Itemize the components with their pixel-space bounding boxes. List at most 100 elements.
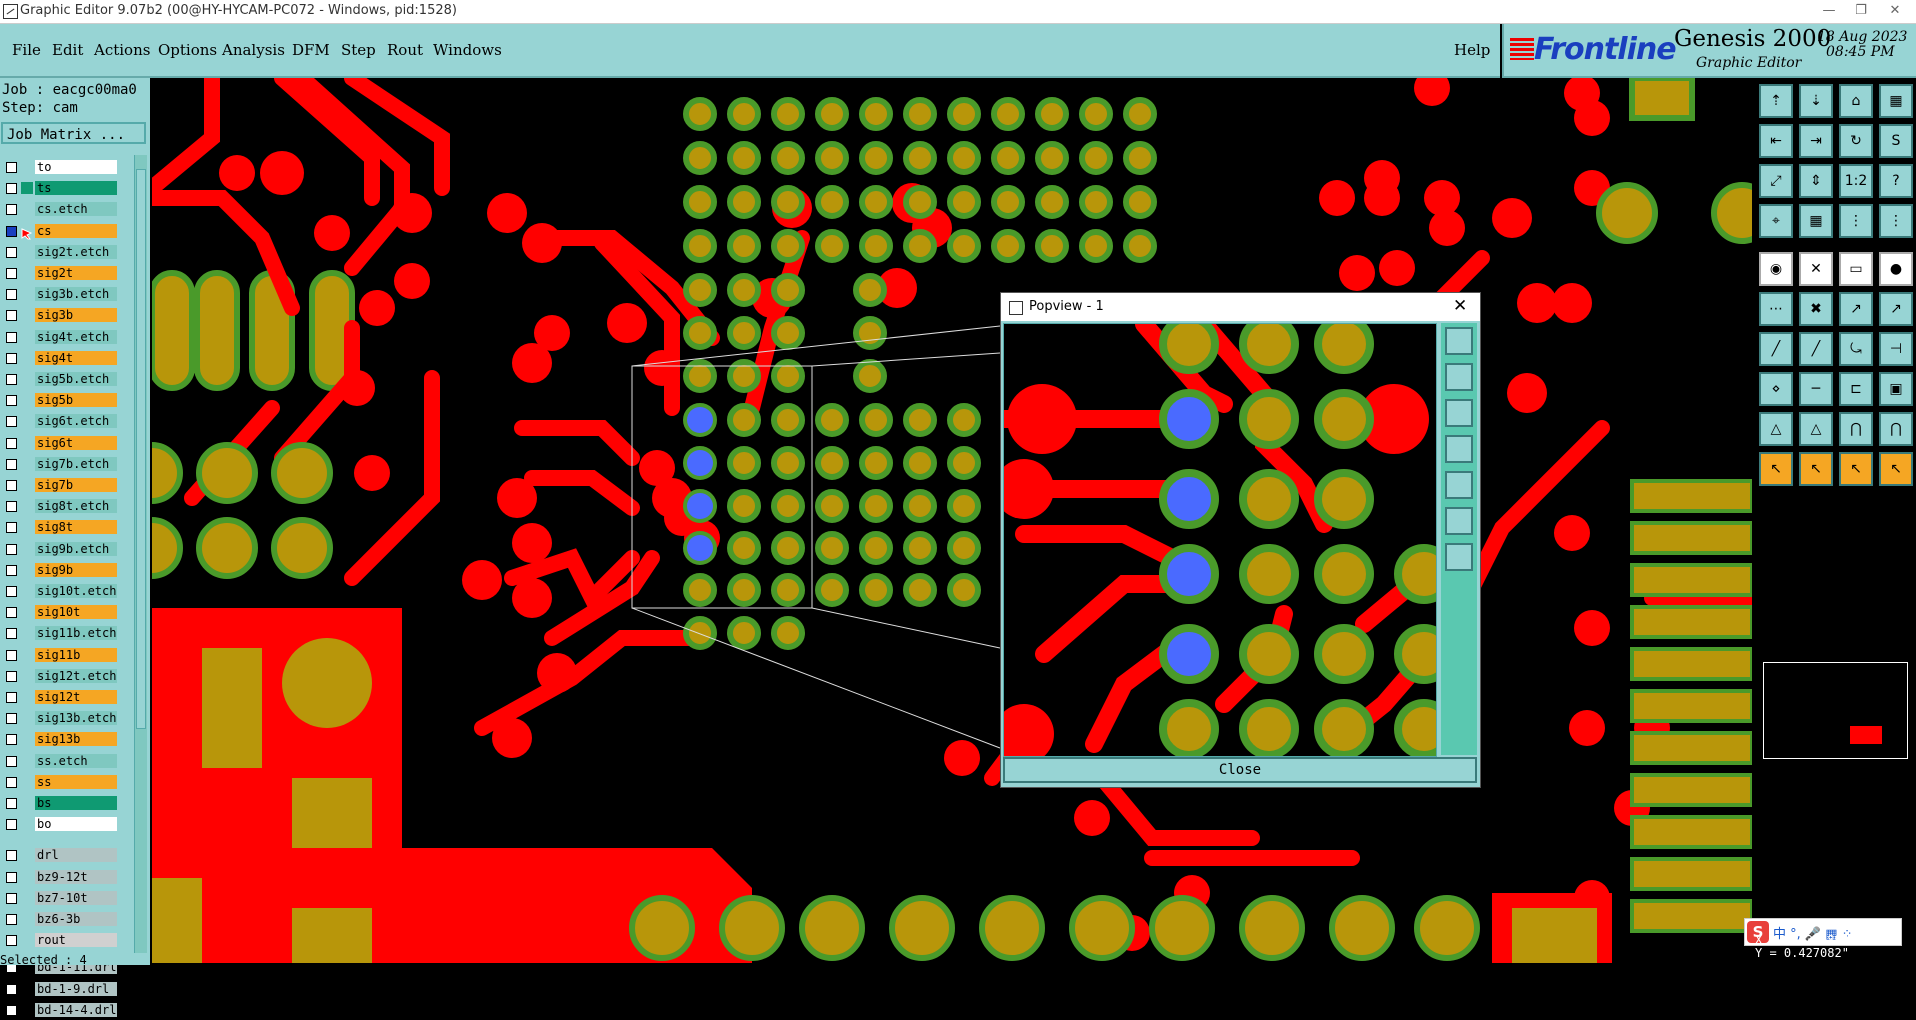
layer-row[interactable]: sig3b.etch	[0, 285, 125, 304]
overview-minimap[interactable]	[1763, 662, 1908, 759]
measure-icon[interactable]: ⌖	[1759, 204, 1793, 238]
menu-rout[interactable]: Rout	[387, 41, 423, 59]
layer-checkbox[interactable]	[6, 755, 17, 767]
diagonal-icon[interactable]: ╱	[1799, 332, 1833, 366]
layer-row[interactable]: sig9b.etch	[0, 540, 125, 559]
pointer-move-icon[interactable]: ↖	[1879, 452, 1913, 486]
pin-alt-icon[interactable]: ⋮	[1879, 204, 1913, 238]
zoom-vertical-icon[interactable]: ⇕	[1799, 164, 1833, 198]
chip-icon[interactable]: ▣	[1879, 372, 1913, 406]
popview-canvas[interactable]	[1003, 323, 1437, 757]
layer-row[interactable]: sig9b	[0, 561, 125, 580]
layer-checkbox[interactable]	[6, 892, 17, 904]
layer-row[interactable]: cs	[0, 222, 125, 241]
layer-row[interactable]: sig3b	[0, 306, 125, 325]
menu-windows[interactable]: Windows	[433, 41, 502, 59]
layer-checkbox[interactable]	[6, 204, 17, 216]
layer-checkbox[interactable]	[6, 501, 17, 513]
layer-checkbox[interactable]	[6, 480, 17, 491]
shift-left-icon[interactable]: ⇤	[1759, 124, 1793, 158]
layer-row[interactable]: sig2t.etch	[0, 243, 125, 262]
layer-checkbox[interactable]	[6, 310, 17, 322]
layer-checkbox[interactable]	[6, 352, 17, 364]
layer-row[interactable]: ss.etch	[0, 752, 125, 771]
popview-left-icon[interactable]	[1445, 435, 1473, 463]
layer-checkbox[interactable]	[6, 564, 17, 576]
arch-alt-icon[interactable]: ⋂	[1879, 412, 1913, 446]
layer-row[interactable]: sig11b	[0, 646, 125, 665]
layer-checkbox[interactable]	[6, 458, 17, 470]
popview-close-icon[interactable]: ✕	[1453, 296, 1467, 316]
popview-up-icon[interactable]	[1445, 363, 1473, 391]
layer-checkbox[interactable]	[6, 798, 17, 809]
layer-row[interactable]: sig12t.etch	[0, 667, 125, 686]
layer-row[interactable]: ss	[0, 773, 125, 792]
layer-row[interactable]: bz9-12t	[0, 868, 125, 887]
menu-analysis[interactable]: Analysis	[222, 41, 285, 59]
layer-row[interactable]: cs.etch	[0, 200, 125, 219]
layer-checkbox[interactable]	[6, 374, 17, 385]
grid-icon[interactable]: ▦	[1799, 204, 1833, 238]
layer-checkbox[interactable]	[6, 871, 17, 883]
layer-row[interactable]: sig13b.etch	[0, 709, 125, 728]
layer-row[interactable]: bz6-3b	[0, 910, 125, 929]
popview-zoom-out-icon[interactable]	[1445, 543, 1473, 571]
cross-icon[interactable]: ✖	[1799, 292, 1833, 326]
layer-row[interactable]: bz7-10t	[0, 889, 125, 908]
layer-row[interactable]: sig12t	[0, 688, 125, 707]
layer-checkbox[interactable]	[6, 850, 17, 862]
minimize-button[interactable]: —	[1814, 2, 1844, 20]
menu-dfm[interactable]: DFM	[292, 41, 330, 59]
window-icon[interactable]: ▦	[1879, 84, 1913, 118]
layer-row[interactable]: sig7b	[0, 476, 125, 495]
layer-up-icon[interactable]: ⇡	[1759, 84, 1793, 118]
menu-actions[interactable]: Actions	[94, 41, 150, 59]
pin-icon[interactable]: ⋮	[1839, 204, 1873, 238]
layer-row[interactable]: sig13b	[0, 730, 125, 749]
ruler-icon[interactable]: ▭	[1839, 252, 1873, 286]
layer-row[interactable]: sig8t.etch	[0, 497, 125, 516]
layer-checkbox[interactable]	[6, 776, 17, 788]
help-icon[interactable]: ?	[1879, 164, 1913, 198]
dot-icon[interactable]: ●	[1879, 252, 1913, 286]
menu-edit[interactable]: Edit	[52, 41, 83, 59]
ratio-icon[interactable]: 1:2	[1839, 164, 1873, 198]
layer-row[interactable]: bo	[0, 815, 125, 834]
triangle-icon[interactable]: △	[1759, 412, 1793, 446]
layer-checkbox[interactable]	[6, 437, 17, 449]
h-line-icon[interactable]: ─	[1799, 372, 1833, 406]
layer-row[interactable]: sig4t	[0, 349, 125, 368]
layer-row[interactable]: bd-1-9.drl	[0, 980, 125, 999]
layer-checkbox[interactable]	[6, 183, 17, 195]
layer-row[interactable]: sig5b	[0, 391, 125, 410]
layer-row[interactable]: sig10t	[0, 603, 125, 622]
layer-checkbox[interactable]	[6, 289, 17, 301]
popview-zoom-in-icon[interactable]	[1445, 507, 1473, 535]
layer-down-icon[interactable]: ⇣	[1799, 84, 1833, 118]
layer-row[interactable]: bd-14-4.drl	[0, 1001, 125, 1020]
select-feature-icon[interactable]: ↗	[1839, 292, 1873, 326]
popview-right-icon[interactable]	[1445, 471, 1473, 499]
layer-checkbox[interactable]	[6, 649, 17, 661]
graphic-canvas[interactable]	[152, 78, 1752, 963]
layer-checkbox[interactable]	[6, 670, 17, 682]
layer-row[interactable]: sig4t.etch	[0, 328, 125, 347]
scrollbar-thumb[interactable]	[136, 169, 146, 729]
layer-row[interactable]: sig2t	[0, 264, 125, 283]
layer-checkbox[interactable]	[6, 246, 17, 258]
s-curve-icon[interactable]: S	[1879, 124, 1913, 158]
arc-icon[interactable]: ⤿	[1839, 332, 1873, 366]
menu-help[interactable]: Help	[1454, 41, 1490, 59]
menu-step[interactable]: Step	[341, 41, 376, 59]
pointer-icon[interactable]: ↖	[1759, 452, 1793, 486]
profile-icon[interactable]: ⊣	[1879, 332, 1913, 366]
popview-fit-icon[interactable]	[1445, 327, 1473, 355]
line-icon[interactable]: ╱	[1759, 332, 1793, 366]
layer-checkbox[interactable]	[6, 628, 17, 640]
layer-scrollbar[interactable]	[134, 155, 147, 955]
job-matrix-button[interactable]: Job Matrix ...	[1, 122, 146, 144]
layer-checkbox[interactable]	[6, 713, 17, 725]
layer-checkbox[interactable]	[6, 734, 17, 746]
home-icon[interactable]: ⌂	[1839, 84, 1873, 118]
layer-row[interactable]: sig10t.etch	[0, 582, 125, 601]
